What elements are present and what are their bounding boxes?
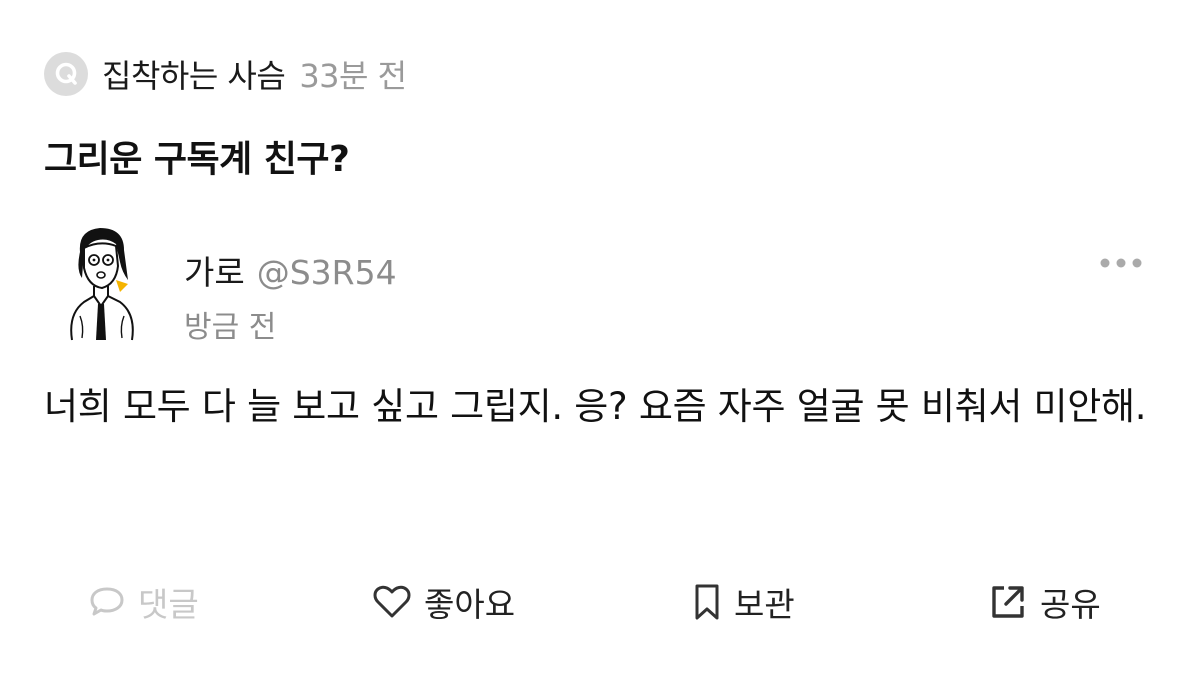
more-dots-icon (1100, 258, 1142, 268)
share-button[interactable]: 공유 (988, 572, 1101, 632)
answer-body: 너희 모두 다 늘 보고 싶고 그립지. 응? 요즘 자주 얼굴 못 비춰서 미… (44, 385, 1147, 428)
question-header: 집착하는 사슴 33분 전 (44, 48, 407, 100)
user-handle[interactable]: @S3R54 (257, 253, 397, 292)
more-options-button[interactable] (1096, 248, 1146, 278)
avatar[interactable] (50, 222, 150, 344)
question-time: 33분 전 (299, 57, 407, 95)
answer-user-line: 가로 @S3R54 (184, 246, 397, 294)
comment-bubble-icon (90, 587, 124, 616)
share-external-icon (992, 586, 1024, 618)
save-button[interactable]: 보관 (692, 572, 795, 632)
post-time: 방금 전 (184, 310, 277, 345)
share-label: 공유 (1040, 585, 1101, 624)
heart-icon (373, 585, 411, 618)
like-button[interactable]: 좋아요 (372, 572, 515, 632)
q-badge-icon (44, 52, 88, 96)
bookmark-icon (695, 584, 719, 620)
question-title[interactable]: 그리운 구독계 친구? (44, 130, 350, 182)
like-label: 좋아요 (424, 585, 516, 624)
action-bar: 댓글 좋아요 보관 공유 (0, 572, 1200, 632)
user-name[interactable]: 가로 (184, 246, 245, 294)
save-label: 보관 (734, 585, 795, 624)
comment-button[interactable]: 댓글 (88, 572, 199, 632)
question-author[interactable]: 집착하는 사슴 (102, 51, 286, 97)
comment-label: 댓글 (138, 585, 199, 624)
